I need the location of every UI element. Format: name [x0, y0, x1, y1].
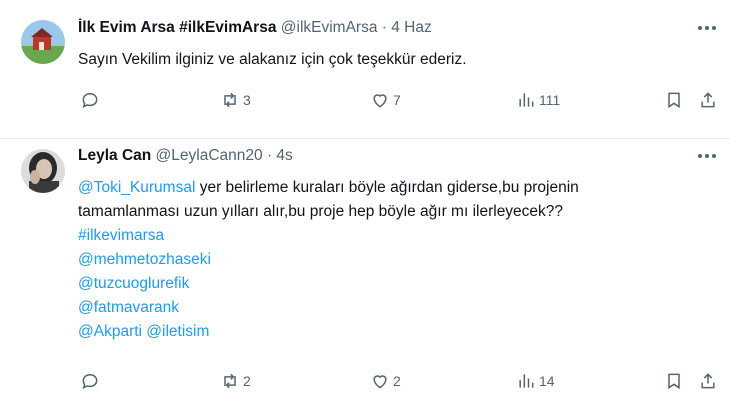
like-count: 2 [393, 373, 401, 389]
bookmark-icon [668, 92, 680, 109]
bookmark-button[interactable] [664, 371, 684, 391]
handle[interactable]: @LeylaCann20 [156, 147, 263, 164]
retweet-icon [224, 92, 236, 108]
share-icon [701, 92, 715, 108]
tweet-text: Sayın Vekilim ilginiz ve alakanız için ç… [78, 48, 467, 72]
tweet-text-line: @Akparti @iletisim [78, 320, 579, 344]
mention-link[interactable]: @iletisim [146, 323, 209, 340]
like-button[interactable]: 2 [370, 371, 401, 391]
tweet-text-line: @Toki_Kurumsal yer belirleme kuraları bö… [78, 179, 579, 196]
tweet-text: @Toki_Kurumsal yer belirleme kuraları bö… [78, 176, 579, 344]
like-icon [373, 375, 387, 389]
tweet[interactable]: İlk Evim Arsa #ilkEvimArsa @ilkEvimArsa … [0, 0, 730, 139]
views-count: 111 [539, 92, 561, 108]
bookmark-button[interactable] [664, 90, 684, 110]
reply-button[interactable] [80, 371, 100, 391]
mention-link[interactable]: @Akparti [78, 323, 142, 340]
views-button[interactable]: 14 [516, 371, 555, 391]
hashtag-link[interactable]: #ilkevimarsa [78, 224, 579, 248]
views-button[interactable]: 111 [516, 90, 560, 110]
like-count: 7 [393, 92, 401, 108]
bookmark-icon [668, 373, 680, 390]
retweet-icon [224, 373, 236, 389]
mention-link[interactable]: @Toki_Kurumsal [78, 179, 195, 196]
tweet-header: Leyla Can @LeylaCann20 · 4s [78, 147, 293, 164]
tweet[interactable]: Leyla Can @LeylaCann20 · 4s @Toki_Kurums… [0, 139, 730, 420]
action-bar: 3 7 111 [78, 90, 716, 112]
views-count: 14 [539, 373, 555, 389]
share-icon [701, 373, 715, 389]
reply-button[interactable] [80, 90, 100, 110]
views-icon [519, 93, 534, 107]
mention-link[interactable]: @tuzcuoglurefik [78, 272, 579, 296]
like-button[interactable]: 7 [370, 90, 401, 110]
handle[interactable]: @ilkEvimArsa [281, 19, 378, 36]
mention-link[interactable]: @fatmavarank [78, 296, 579, 320]
retweet-button[interactable]: 3 [220, 90, 251, 110]
tweet-text-line: tamamlanması uzun yılları alır,bu proje … [78, 203, 564, 220]
avatar[interactable] [21, 20, 65, 64]
views-icon [519, 374, 534, 388]
display-name[interactable]: Leyla Can [78, 147, 151, 164]
mention-link[interactable]: @mehmetozhaseki [78, 248, 579, 272]
retweet-count: 3 [243, 92, 251, 108]
avatar[interactable] [21, 149, 65, 193]
action-bar: 2 2 14 [78, 371, 716, 393]
retweet-button[interactable]: 2 [220, 371, 251, 391]
more-icon[interactable] [698, 154, 716, 160]
tweet-header: İlk Evim Arsa #ilkEvimArsa @ilkEvimArsa … [78, 19, 432, 36]
retweet-count: 2 [243, 373, 251, 389]
timestamp[interactable]: 4s [276, 147, 292, 164]
more-icon[interactable] [698, 26, 716, 32]
reply-icon [82, 373, 98, 390]
like-icon [373, 94, 387, 108]
reply-icon [82, 92, 98, 109]
tweet-text-line: Sayın Vekilim ilginiz ve alakanız için ç… [78, 51, 467, 68]
timestamp[interactable]: 4 Haz [391, 19, 432, 36]
share-button[interactable] [698, 90, 718, 110]
display-name[interactable]: İlk Evim Arsa #ilkEvimArsa [78, 19, 276, 36]
share-button[interactable] [698, 371, 718, 391]
